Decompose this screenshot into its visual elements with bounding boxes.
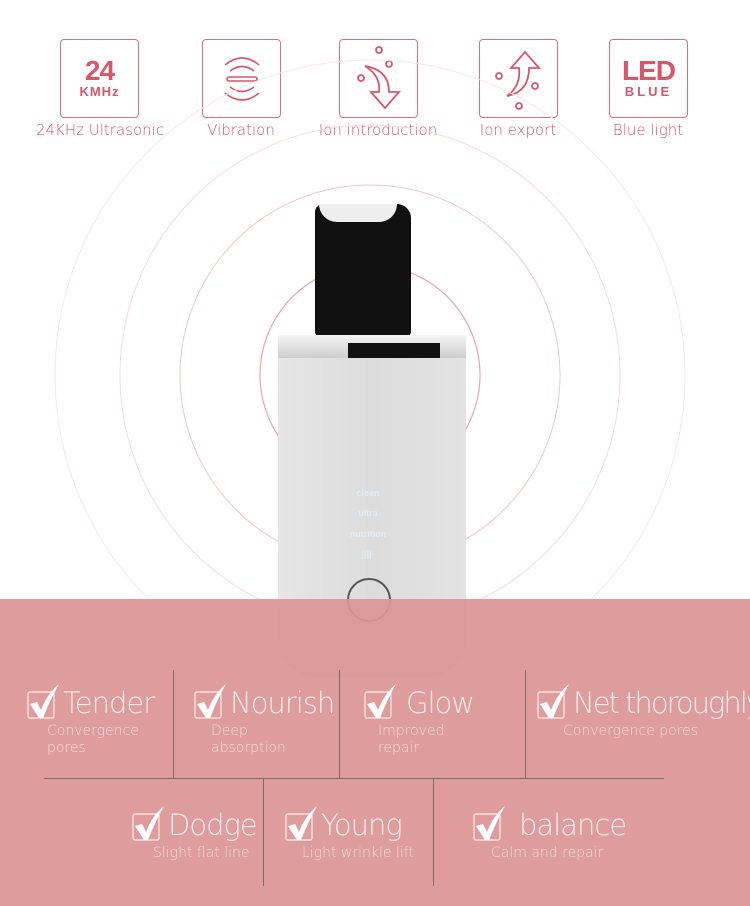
benefit-title: Young bbox=[321, 808, 403, 842]
benefit-subtitle: Calm and repair bbox=[491, 845, 604, 861]
benefit-glow: Glow Improved repair bbox=[364, 684, 475, 757]
checkmark-icon bbox=[364, 684, 396, 719]
checkmark-icon bbox=[27, 684, 59, 719]
divider bbox=[339, 670, 340, 778]
benefit-title: balance bbox=[519, 808, 627, 842]
benefit-net-thoroughly: Net thoroughly Convergence pores bbox=[537, 684, 750, 740]
benefit-title: Glow bbox=[406, 686, 475, 720]
divider bbox=[44, 778, 664, 779]
mode-ultra: ultra bbox=[358, 508, 378, 518]
divider bbox=[263, 778, 264, 886]
mode-clean: clean bbox=[356, 488, 380, 498]
benefit-subtitle: Improved repair bbox=[378, 723, 445, 756]
benefit-subtitle: Convergence pores bbox=[47, 723, 139, 756]
benefit-young: Young Light wrinkle lift bbox=[285, 806, 414, 862]
checkmark-icon bbox=[285, 806, 317, 841]
level-indicator: ||||· bbox=[361, 549, 375, 559]
benefit-subtitle: Light wrinkle lift bbox=[302, 845, 414, 861]
benefit-tender: Tender Convergence pores bbox=[27, 684, 157, 757]
checkmark-icon bbox=[132, 806, 164, 841]
checkmark-icon bbox=[194, 684, 226, 719]
mode-nutrition: nutrition bbox=[349, 529, 387, 539]
benefit-title: Dodge bbox=[168, 808, 258, 842]
divider bbox=[173, 670, 174, 778]
divider bbox=[525, 670, 526, 778]
benefit-subtitle: Convergence pores bbox=[563, 723, 699, 739]
checkmark-icon bbox=[473, 806, 505, 841]
benefit-dodge: Dodge Slight flat line bbox=[132, 806, 258, 862]
divider bbox=[433, 778, 434, 886]
device-head bbox=[315, 204, 411, 336]
benefit-title: Net thoroughly bbox=[573, 686, 750, 720]
benefit-balance: balance Calm and repair bbox=[473, 806, 627, 862]
benefit-title: Tender bbox=[63, 686, 155, 720]
benefit-subtitle: Deep absorption bbox=[211, 723, 286, 756]
benefit-title: Nourish bbox=[230, 686, 335, 720]
checkmark-icon bbox=[537, 684, 569, 719]
benefit-nourish: Nourish Deep absorption bbox=[194, 684, 335, 757]
benefit-subtitle: Slight flat line bbox=[153, 845, 250, 861]
device-collar bbox=[278, 335, 466, 359]
